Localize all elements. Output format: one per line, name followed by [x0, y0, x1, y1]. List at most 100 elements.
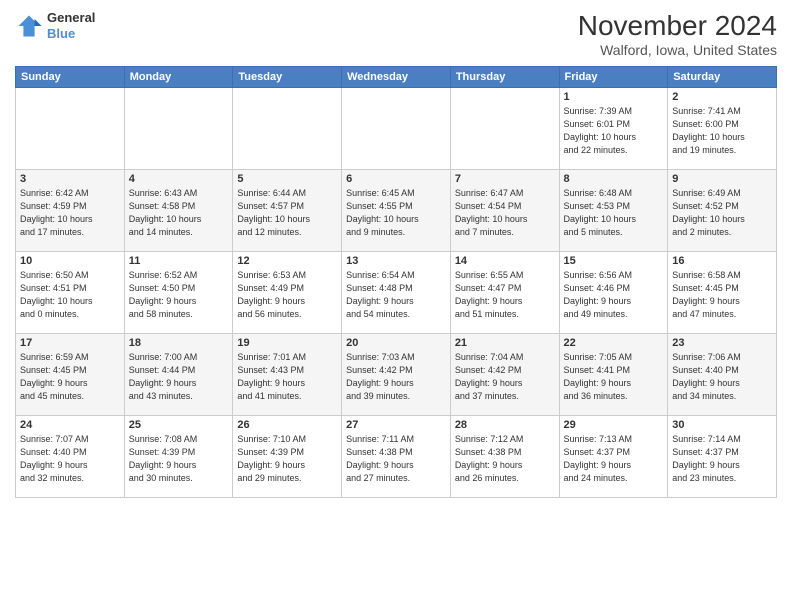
- location: Walford, Iowa, United States: [578, 42, 777, 58]
- calendar-cell: 26 Sunrise: 7:10 AM Sunset: 4:39 PM Dayli…: [233, 416, 342, 498]
- calendar-cell: [233, 88, 342, 170]
- calendar-cell: 5 Sunrise: 6:44 AM Sunset: 4:57 PM Daylig…: [233, 170, 342, 252]
- day-info: Sunrise: 7:13 AM Sunset: 4:37 PM Dayligh…: [564, 433, 664, 485]
- day-number: 16: [672, 255, 772, 267]
- day-number: 10: [20, 255, 120, 267]
- calendar-cell: 10Sunrise: 6:50 AM Sunset: 4:51 PM Dayli…: [16, 252, 125, 334]
- day-number: 22: [564, 337, 664, 349]
- day-number: 13: [346, 255, 446, 267]
- day-info: Sunrise: 6:54 AM Sunset: 4:48 PM Dayligh…: [346, 269, 446, 321]
- day-info: Sunrise: 6:42 AM Sunset: 4:59 PM Dayligh…: [20, 187, 120, 239]
- calendar-cell: 27 Sunrise: 7:11 AM Sunset: 4:38 PM Dayli…: [342, 416, 451, 498]
- month-title: November 2024: [578, 10, 777, 42]
- day-info: Sunrise: 6:56 AM Sunset: 4:46 PM Dayligh…: [564, 269, 664, 321]
- calendar-cell: 21 Sunrise: 7:04 AM Sunset: 4:42 PM Dayli…: [450, 334, 559, 416]
- logo-text: General Blue: [47, 10, 95, 41]
- day-number: 26: [237, 419, 337, 431]
- calendar-cell: 14 Sunrise: 6:55 AM Sunset: 4:47 PM Dayli…: [450, 252, 559, 334]
- day-number: 2: [672, 91, 772, 103]
- calendar-cell: [124, 88, 233, 170]
- day-number: 30: [672, 419, 772, 431]
- calendar-cell: 25 Sunrise: 7:08 AM Sunset: 4:39 PM Dayli…: [124, 416, 233, 498]
- day-info: Sunrise: 7:07 AM Sunset: 4:40 PM Dayligh…: [20, 433, 120, 485]
- calendar-header-row: SundayMondayTuesdayWednesdayThursdayFrid…: [16, 67, 777, 88]
- day-info: Sunrise: 7:41 AM Sunset: 6:00 PM Dayligh…: [672, 105, 772, 157]
- calendar-header-friday: Friday: [559, 67, 668, 88]
- day-number: 1: [564, 91, 664, 103]
- calendar-cell: 20 Sunrise: 7:03 AM Sunset: 4:42 PM Dayli…: [342, 334, 451, 416]
- day-number: 9: [672, 173, 772, 185]
- day-info: Sunrise: 6:47 AM Sunset: 4:54 PM Dayligh…: [455, 187, 555, 239]
- calendar-cell: 30 Sunrise: 7:14 AM Sunset: 4:37 PM Dayli…: [668, 416, 777, 498]
- day-info: Sunrise: 6:49 AM Sunset: 4:52 PM Dayligh…: [672, 187, 772, 239]
- calendar-cell: 15 Sunrise: 6:56 AM Sunset: 4:46 PM Dayli…: [559, 252, 668, 334]
- day-info: Sunrise: 7:08 AM Sunset: 4:39 PM Dayligh…: [129, 433, 229, 485]
- day-number: 18: [129, 337, 229, 349]
- calendar-header-tuesday: Tuesday: [233, 67, 342, 88]
- calendar-cell: 2 Sunrise: 7:41 AM Sunset: 6:00 PM Daylig…: [668, 88, 777, 170]
- day-info: Sunrise: 7:03 AM Sunset: 4:42 PM Dayligh…: [346, 351, 446, 403]
- calendar-week-1: 3Sunrise: 6:42 AM Sunset: 4:59 PM Daylig…: [16, 170, 777, 252]
- calendar-cell: 11 Sunrise: 6:52 AM Sunset: 4:50 PM Dayli…: [124, 252, 233, 334]
- day-info: Sunrise: 6:55 AM Sunset: 4:47 PM Dayligh…: [455, 269, 555, 321]
- calendar-cell: 23 Sunrise: 7:06 AM Sunset: 4:40 PM Dayli…: [668, 334, 777, 416]
- calendar-cell: 9 Sunrise: 6:49 AM Sunset: 4:52 PM Daylig…: [668, 170, 777, 252]
- day-info: Sunrise: 6:52 AM Sunset: 4:50 PM Dayligh…: [129, 269, 229, 321]
- calendar-header-sunday: Sunday: [16, 67, 125, 88]
- day-number: 21: [455, 337, 555, 349]
- calendar-cell: 29 Sunrise: 7:13 AM Sunset: 4:37 PM Dayli…: [559, 416, 668, 498]
- calendar-cell: [342, 88, 451, 170]
- calendar-cell: 18 Sunrise: 7:00 AM Sunset: 4:44 PM Dayli…: [124, 334, 233, 416]
- calendar-week-3: 17Sunrise: 6:59 AM Sunset: 4:45 PM Dayli…: [16, 334, 777, 416]
- day-number: 29: [564, 419, 664, 431]
- calendar-cell: 1 Sunrise: 7:39 AM Sunset: 6:01 PM Daylig…: [559, 88, 668, 170]
- calendar-cell: 22Sunrise: 7:05 AM Sunset: 4:41 PM Dayli…: [559, 334, 668, 416]
- day-number: 15: [564, 255, 664, 267]
- day-number: 5: [237, 173, 337, 185]
- day-number: 4: [129, 173, 229, 185]
- logo-icon: [15, 12, 43, 40]
- calendar-cell: [450, 88, 559, 170]
- calendar-cell: 13 Sunrise: 6:54 AM Sunset: 4:48 PM Dayli…: [342, 252, 451, 334]
- calendar-cell: 7 Sunrise: 6:47 AM Sunset: 4:54 PM Daylig…: [450, 170, 559, 252]
- day-info: Sunrise: 6:43 AM Sunset: 4:58 PM Dayligh…: [129, 187, 229, 239]
- day-info: Sunrise: 7:10 AM Sunset: 4:39 PM Dayligh…: [237, 433, 337, 485]
- day-info: Sunrise: 7:12 AM Sunset: 4:38 PM Dayligh…: [455, 433, 555, 485]
- day-number: 28: [455, 419, 555, 431]
- day-info: Sunrise: 6:59 AM Sunset: 4:45 PM Dayligh…: [20, 351, 120, 403]
- day-info: Sunrise: 7:06 AM Sunset: 4:40 PM Dayligh…: [672, 351, 772, 403]
- day-info: Sunrise: 6:53 AM Sunset: 4:49 PM Dayligh…: [237, 269, 337, 321]
- day-info: Sunrise: 7:14 AM Sunset: 4:37 PM Dayligh…: [672, 433, 772, 485]
- logo-line2: Blue: [47, 26, 95, 42]
- day-number: 14: [455, 255, 555, 267]
- header: General Blue November 2024 Walford, Iowa…: [15, 10, 777, 58]
- day-info: Sunrise: 7:04 AM Sunset: 4:42 PM Dayligh…: [455, 351, 555, 403]
- day-info: Sunrise: 6:48 AM Sunset: 4:53 PM Dayligh…: [564, 187, 664, 239]
- day-number: 7: [455, 173, 555, 185]
- calendar-cell: 19Sunrise: 7:01 AM Sunset: 4:43 PM Dayli…: [233, 334, 342, 416]
- title-block: November 2024 Walford, Iowa, United Stat…: [578, 10, 777, 58]
- day-info: Sunrise: 7:11 AM Sunset: 4:38 PM Dayligh…: [346, 433, 446, 485]
- calendar-cell: 17Sunrise: 6:59 AM Sunset: 4:45 PM Dayli…: [16, 334, 125, 416]
- day-number: 20: [346, 337, 446, 349]
- day-info: Sunrise: 6:44 AM Sunset: 4:57 PM Dayligh…: [237, 187, 337, 239]
- day-info: Sunrise: 7:01 AM Sunset: 4:43 PM Dayligh…: [237, 351, 337, 403]
- calendar-cell: 6Sunrise: 6:45 AM Sunset: 4:55 PM Daylig…: [342, 170, 451, 252]
- calendar-cell: 16 Sunrise: 6:58 AM Sunset: 4:45 PM Dayli…: [668, 252, 777, 334]
- calendar-week-4: 24 Sunrise: 7:07 AM Sunset: 4:40 PM Dayli…: [16, 416, 777, 498]
- calendar-cell: 8 Sunrise: 6:48 AM Sunset: 4:53 PM Daylig…: [559, 170, 668, 252]
- day-number: 27: [346, 419, 446, 431]
- day-number: 11: [129, 255, 229, 267]
- day-number: 8: [564, 173, 664, 185]
- calendar-header-monday: Monday: [124, 67, 233, 88]
- day-info: Sunrise: 6:58 AM Sunset: 4:45 PM Dayligh…: [672, 269, 772, 321]
- logo-line1: General: [47, 10, 95, 26]
- day-number: 6: [346, 173, 446, 185]
- day-number: 23: [672, 337, 772, 349]
- day-number: 24: [20, 419, 120, 431]
- day-info: Sunrise: 7:39 AM Sunset: 6:01 PM Dayligh…: [564, 105, 664, 157]
- day-info: Sunrise: 7:00 AM Sunset: 4:44 PM Dayligh…: [129, 351, 229, 403]
- calendar-header-saturday: Saturday: [668, 67, 777, 88]
- day-number: 12: [237, 255, 337, 267]
- day-number: 25: [129, 419, 229, 431]
